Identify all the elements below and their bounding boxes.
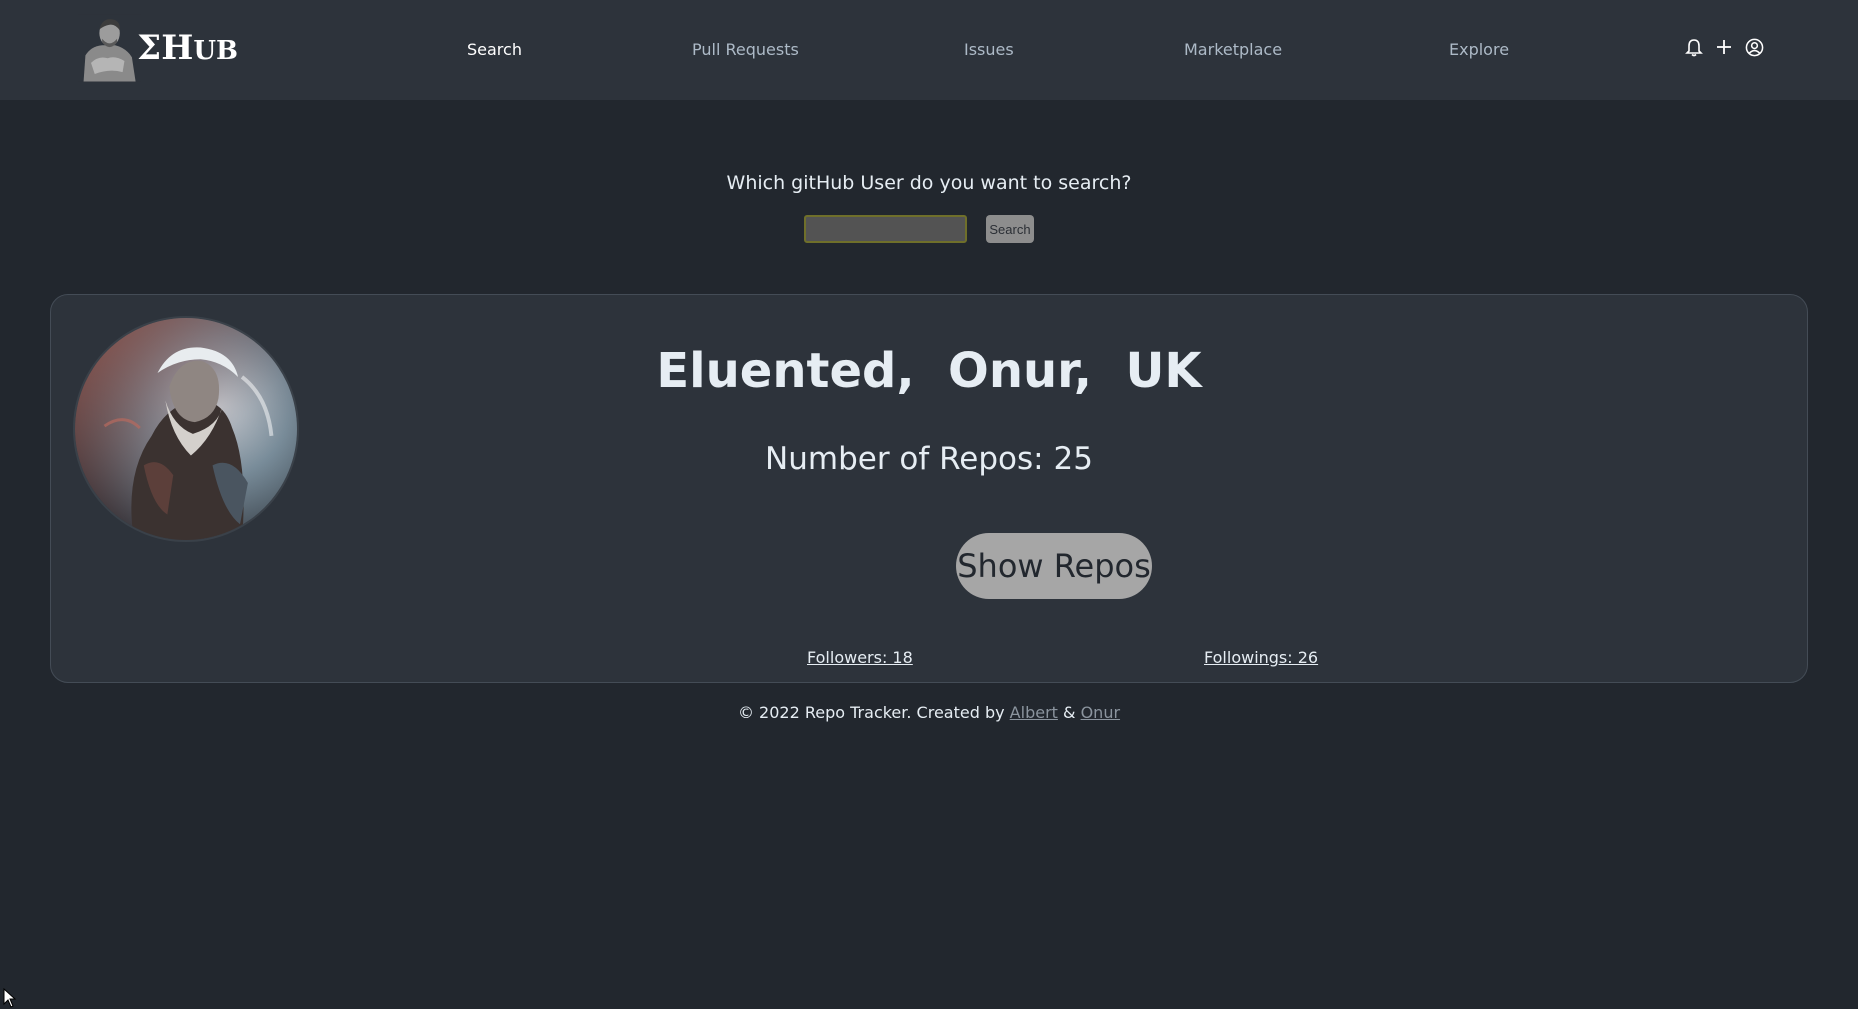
plus-icon[interactable]: [1713, 36, 1735, 58]
show-repos-button[interactable]: Show Repos: [956, 533, 1152, 599]
top-navbar: ΣHUB Search Pull Requests Issues Marketp…: [0, 0, 1858, 100]
nav-explore[interactable]: Explore: [1449, 40, 1509, 59]
author-albert-link[interactable]: Albert: [1010, 703, 1058, 722]
mouse-cursor-icon: [3, 988, 17, 1008]
search-button[interactable]: Search: [986, 215, 1034, 243]
author-onur-link[interactable]: Onur: [1081, 703, 1120, 722]
user-circle-icon[interactable]: [1743, 36, 1765, 58]
brand-text: ΣHUB: [137, 27, 238, 68]
nav-pull-requests[interactable]: Pull Requests: [692, 40, 799, 59]
profile-title: Eluented, Onur, UK: [656, 343, 1202, 399]
followings-link[interactable]: Followings: 26: [1204, 648, 1318, 667]
profile-card: Eluented, Onur, UK Number of Repos: 25 S…: [50, 294, 1808, 683]
repo-count: Number of Repos: 25: [765, 441, 1093, 477]
nav-marketplace[interactable]: Marketplace: [1184, 40, 1282, 59]
username-search-input[interactable]: [804, 215, 967, 243]
nav-search[interactable]: Search: [467, 40, 522, 59]
footer: © 2022 Repo Tracker. Created by Albert &…: [0, 703, 1858, 722]
search-prompt: Which gitHub User do you want to search?: [726, 172, 1132, 194]
brand-logo[interactable]: ΣHUB: [78, 10, 238, 85]
nav-issues[interactable]: Issues: [964, 40, 1014, 59]
footer-copyright: © 2022 Repo Tracker. Created by: [737, 703, 1010, 722]
muscle-man-icon: [78, 14, 142, 81]
bell-icon[interactable]: [1683, 36, 1705, 58]
footer-separator: &: [1057, 703, 1081, 722]
followers-link[interactable]: Followers: 18: [807, 648, 913, 667]
